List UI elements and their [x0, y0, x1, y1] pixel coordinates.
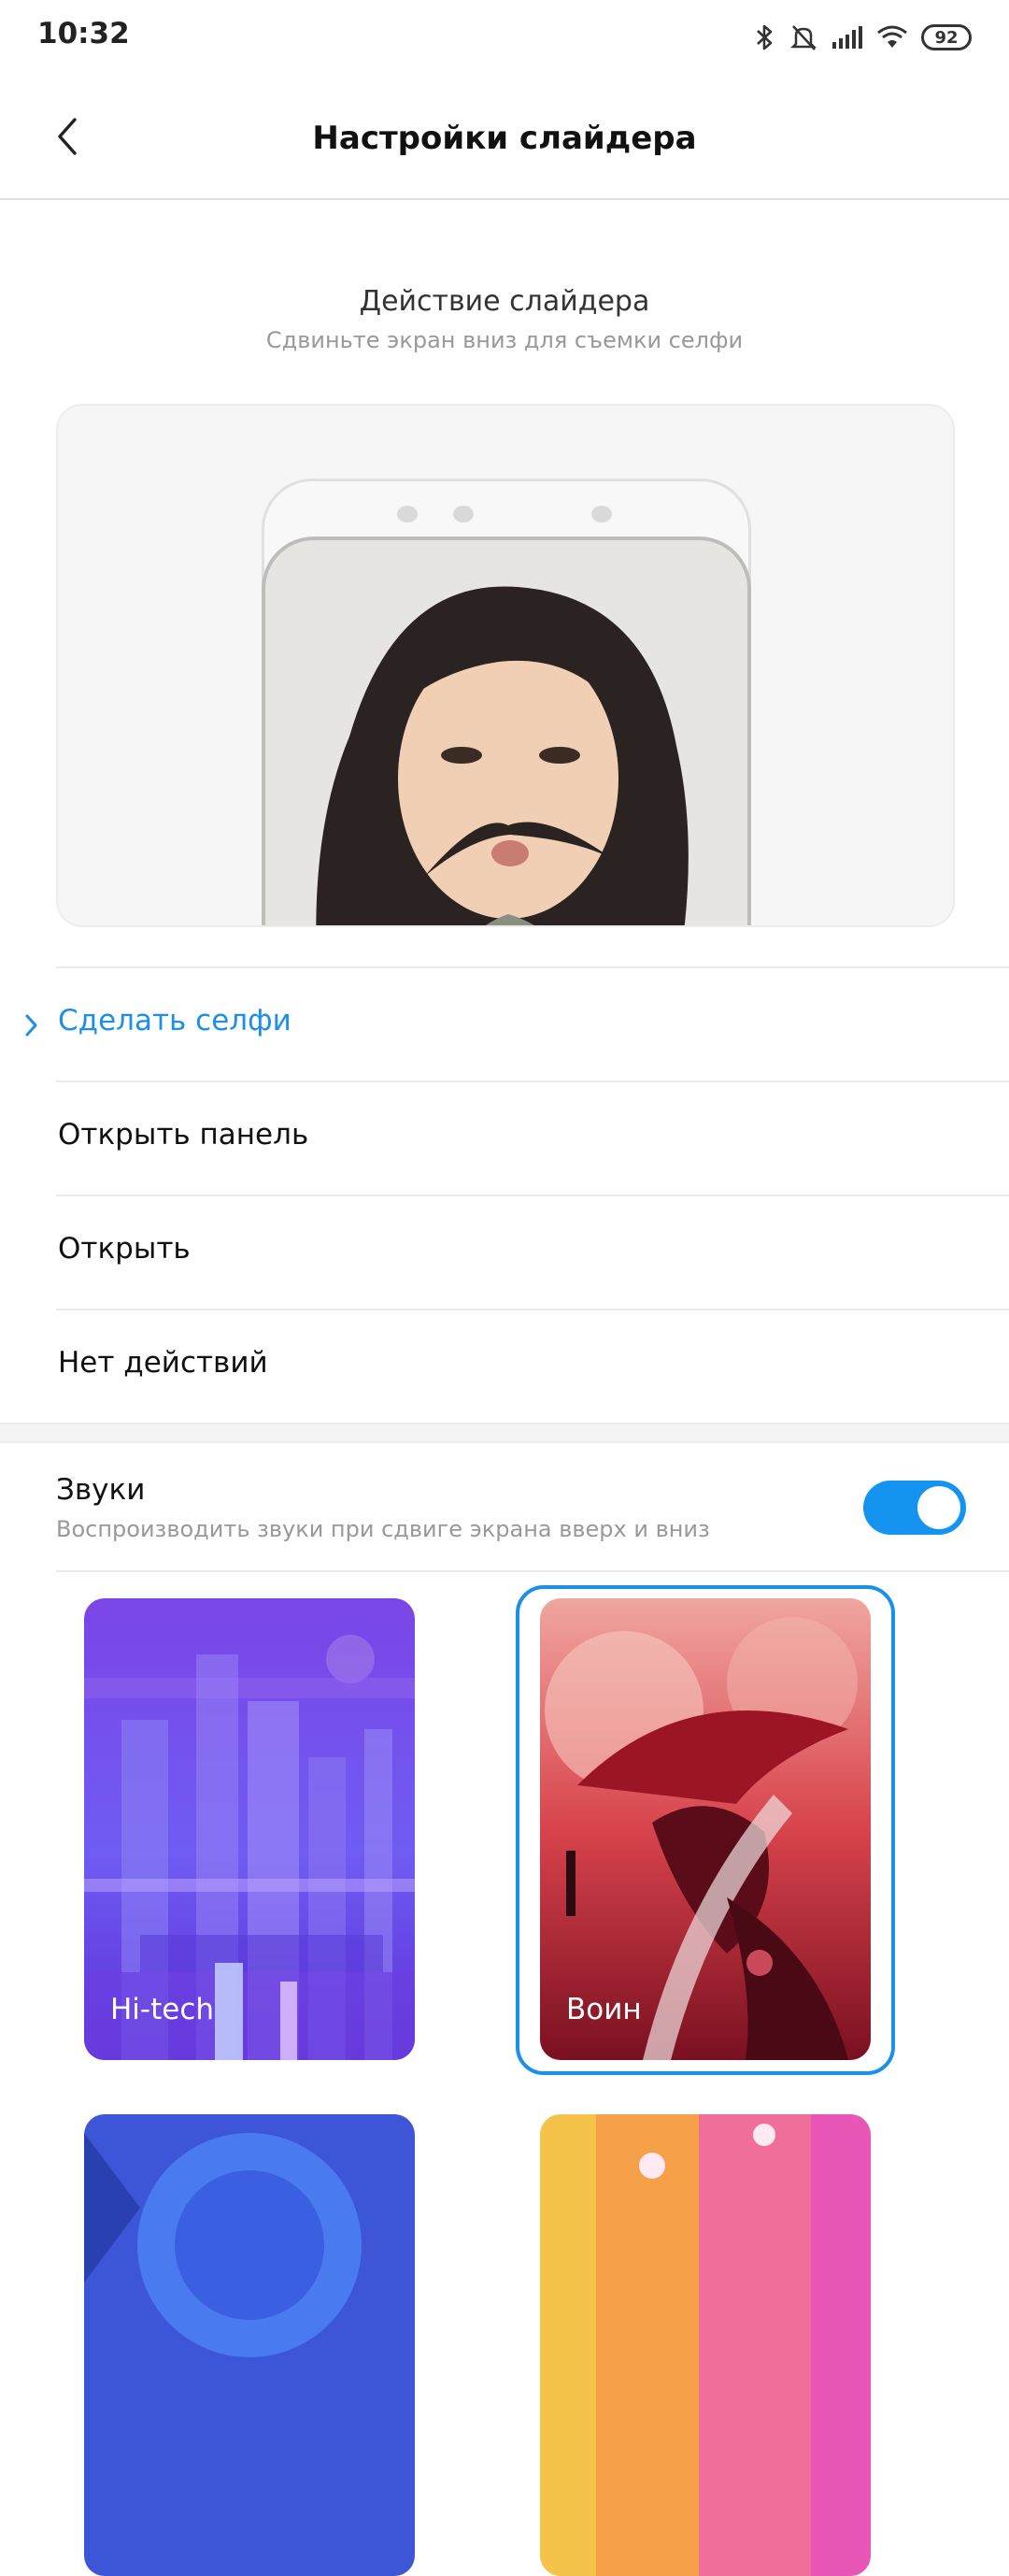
blue-theme-artwork [84, 2114, 415, 2576]
theme-label: Hi-tech [110, 1993, 215, 2026]
theme-card-partial[interactable] [84, 2114, 415, 2576]
option-label: Сделать селфи [58, 1004, 291, 1038]
sounds-toggle[interactable] [863, 1481, 966, 1535]
battery-icon: 92 [921, 24, 972, 50]
toggle-knob [917, 1486, 960, 1529]
camera-dot [397, 506, 418, 522]
section-title: Действие слайдера [359, 285, 650, 318]
sensor-dot [591, 506, 612, 522]
option-label: Нет действий [58, 1346, 268, 1380]
app-header: Настройки слайдера [0, 75, 1009, 200]
option-label: Открыть панель [58, 1118, 309, 1152]
action-options-list: Сделать селфи Открыть панель Открыть Нет… [25, 966, 1009, 1423]
option-label: Открыть [58, 1232, 191, 1266]
status-icons: 92 [755, 19, 972, 56]
section-subtitle: Сдвиньте экран вниз для съемки селфи [265, 327, 744, 353]
chevron-right-icon [25, 1014, 37, 1037]
status-time: 10:32 [37, 17, 130, 50]
option-open[interactable]: Открыть [56, 1195, 1009, 1309]
page-title: Настройки слайдера [312, 120, 697, 157]
wifi-icon [876, 25, 908, 50]
section-divider [0, 1423, 1009, 1443]
option-no-action[interactable]: Нет действий [56, 1309, 1009, 1423]
theme-card-warrior[interactable]: Воин [540, 1598, 871, 2060]
selfie-photo [262, 537, 751, 925]
divider [56, 1570, 1009, 1572]
warrior-artwork [540, 1598, 871, 2060]
sounds-title: Звуки [56, 1473, 146, 1507]
bluetooth-icon [755, 22, 775, 52]
theme-card-partial[interactable] [540, 2114, 871, 2576]
hi-tech-artwork [84, 1598, 415, 2060]
camera-dot [453, 506, 474, 522]
theme-label: Воин [566, 1993, 642, 2026]
mute-icon [789, 22, 818, 52]
theme-card-hi-tech[interactable]: Hi-tech [84, 1598, 415, 2060]
signal-icon [831, 25, 863, 50]
sounds-subtitle: Воспроизводить звуки при сдвиге экрана в… [56, 1516, 710, 1542]
slider-preview [56, 404, 955, 927]
status-bar: 10:32 92 [0, 0, 1009, 75]
colorful-theme-artwork [540, 2114, 871, 2576]
option-take-selfie[interactable]: Сделать селфи [25, 966, 1009, 1080]
option-open-panel[interactable]: Открыть панель [56, 1080, 1009, 1195]
